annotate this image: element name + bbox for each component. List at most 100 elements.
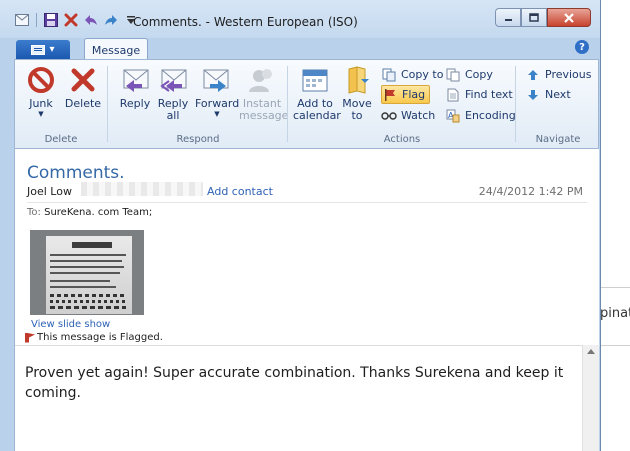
toolbar-separator — [36, 13, 37, 27]
receipt-barcode — [50, 294, 126, 297]
copy-to-label: Copy to — [401, 68, 444, 81]
copy-to-button[interactable]: Copy to — [381, 65, 443, 84]
file-menu-button[interactable]: ▾ — [16, 40, 70, 59]
receipt-photo — [46, 236, 132, 314]
folder-icon — [341, 64, 373, 96]
watch-label: Watch — [401, 109, 436, 122]
mail-icon[interactable] — [14, 12, 30, 28]
copy-label: Copy — [465, 68, 493, 81]
copy-icon — [445, 67, 461, 83]
group-separator — [515, 66, 516, 142]
next-label: Next — [545, 88, 571, 101]
add-to-calendar-label-line2: calendar — [293, 109, 341, 122]
body-scrollbar[interactable] — [582, 345, 599, 451]
copy-to-icon — [381, 67, 397, 83]
instant-message-label-line2: message — [239, 109, 289, 122]
close-icon[interactable] — [547, 8, 591, 27]
title-bar: Comments. - Western European (ISO) — [0, 0, 600, 38]
header-divider — [27, 202, 587, 203]
ribbon-group-delete: Junk ▼ Delete Delete — [15, 60, 107, 148]
window-title: Comments. - Western European (ISO) — [133, 15, 358, 29]
receipt-line — [50, 280, 110, 282]
encoding-icon: A — [445, 108, 461, 124]
group-separator — [107, 66, 108, 142]
add-contact-link[interactable]: Add contact — [207, 185, 273, 198]
flag-notice: This message is Flagged. — [25, 332, 163, 343]
message-body: Proven yet again! Super accurate combina… — [25, 365, 564, 401]
ribbon-group-respond: Reply Reply all Forward ▼ Instant message — [109, 60, 289, 148]
sender-name[interactable]: Joel Low — [27, 185, 72, 198]
glasses-icon — [381, 108, 397, 124]
reply-all-label-line2: all — [166, 109, 180, 122]
flag-icon — [382, 87, 398, 103]
previous-button[interactable]: Previous — [525, 65, 592, 84]
background-divider — [600, 287, 630, 288]
message-pane: Comments. Joel Low Add contact 24/4/2012… — [14, 149, 600, 451]
view-slide-show-link[interactable]: View slide show — [31, 319, 110, 330]
receipt-line — [50, 266, 124, 268]
window-controls — [495, 8, 591, 27]
maximize-icon[interactable] — [521, 8, 547, 27]
junk-icon — [25, 64, 57, 96]
junk-label: Junk — [29, 97, 53, 110]
forward-label: Forward — [195, 97, 240, 110]
receipt-barcode — [50, 300, 126, 303]
ribbon-group-actions: Add to calendar Move to Copy to Flag Watch — [289, 60, 516, 148]
ribbon: Junk ▼ Delete Delete Reply Reply all For… — [14, 59, 599, 149]
encoding-button[interactable]: A Encoding — [445, 106, 516, 125]
move-to-button[interactable]: Move to — [337, 64, 377, 122]
copy-button[interactable]: Copy — [445, 65, 493, 84]
group-label-navigate: Navigate — [535, 134, 581, 145]
forward-button[interactable]: Forward ▼ — [195, 64, 239, 118]
attached-photo-thumbnail[interactable] — [30, 230, 144, 315]
forward-icon[interactable] — [103, 12, 119, 28]
chevron-down-icon: ▼ — [38, 110, 44, 118]
instant-message-icon — [246, 64, 278, 96]
to-row: To: SureKena. com Team; — [27, 207, 152, 218]
reply-all-icon — [157, 64, 189, 96]
save-icon[interactable] — [43, 12, 59, 28]
to-recipients[interactable]: SureKena. com Team; — [44, 207, 152, 218]
document-icon — [445, 87, 461, 103]
ribbon-tabstrip: ▾ Message ? — [14, 37, 600, 61]
receipt-line — [50, 286, 116, 288]
delete-button[interactable]: Delete — [61, 64, 105, 110]
background-partial-text: pinat — [600, 306, 630, 321]
reply-envelope-icon — [119, 64, 151, 96]
background-divider — [600, 345, 630, 346]
group-separator — [287, 66, 288, 142]
delete-icon[interactable] — [63, 12, 79, 28]
minimize-icon[interactable] — [495, 8, 521, 27]
flag-icon — [25, 332, 35, 343]
help-icon[interactable]: ? — [575, 40, 589, 54]
flag-label: Flag — [402, 88, 426, 101]
receipt-line — [50, 260, 122, 262]
find-text-button[interactable]: Find text — [445, 85, 513, 104]
tab-message[interactable]: Message — [84, 38, 148, 61]
receipt-line — [50, 254, 126, 256]
calendar-icon — [299, 64, 331, 96]
group-label-delete: Delete — [44, 134, 78, 145]
scroll-up-icon[interactable] — [587, 349, 595, 354]
flag-notice-text: This message is Flagged. — [37, 332, 163, 343]
chevron-down-icon: ▾ — [49, 44, 55, 55]
encoding-label: Encoding — [465, 109, 516, 122]
receipt-logo — [72, 242, 112, 248]
junk-button[interactable]: Junk ▼ — [19, 64, 63, 118]
reply-icon[interactable] — [83, 12, 99, 28]
message-subject: Comments. — [27, 163, 125, 183]
flag-button[interactable]: Flag — [381, 85, 431, 104]
reply-all-button[interactable]: Reply all — [151, 64, 195, 122]
group-label-respond: Respond — [176, 134, 220, 145]
add-to-calendar-button[interactable]: Add to calendar — [293, 64, 341, 122]
group-label-actions: Actions — [383, 134, 421, 145]
move-to-label-line2: to — [351, 109, 363, 122]
add-to-calendar-label: Add to calendar — [293, 98, 341, 122]
sender-email-redacted — [81, 182, 203, 196]
forward-envelope-icon — [201, 64, 233, 96]
chevron-down-icon: ▼ — [214, 110, 220, 118]
instant-message-button[interactable]: Instant message — [239, 64, 289, 122]
message-date: 24/4/2012 1:42 PM — [478, 185, 583, 198]
next-button[interactable]: Next — [525, 85, 571, 104]
watch-button[interactable]: Watch — [381, 106, 435, 125]
